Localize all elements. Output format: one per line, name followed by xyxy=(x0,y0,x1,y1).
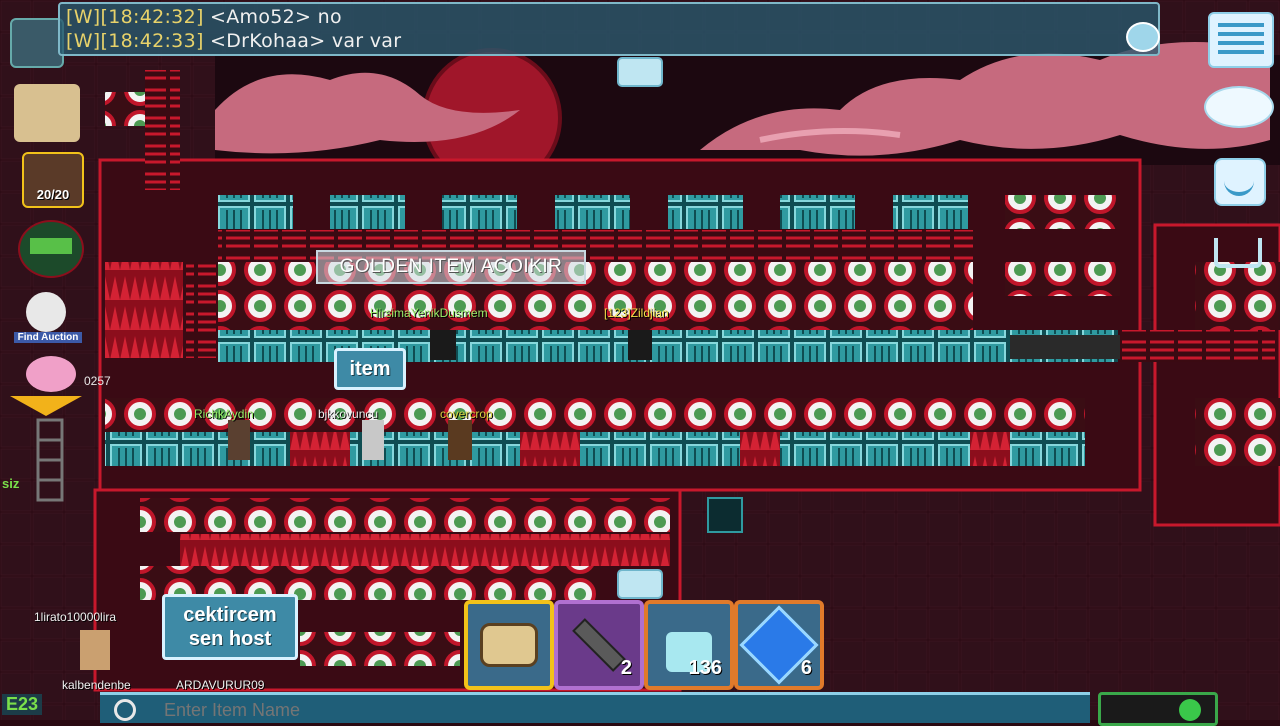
piggy-bank-icon xyxy=(26,356,76,392)
player-name[interactable]: [123]Zildjian xyxy=(604,306,669,320)
chat-line: [W][18:42:32] <Amo52> no xyxy=(66,6,342,28)
world-code: E23 xyxy=(2,694,43,715)
player-name[interactable]: RichkAydin xyxy=(194,407,254,421)
golden-item-sign[interactable]: GOLDEN ITEM ACOIKIR xyxy=(316,250,586,284)
piggy-number: 0257 xyxy=(84,374,111,388)
menu-icon xyxy=(1218,23,1264,57)
fist-icon xyxy=(480,623,538,667)
item-sign-text: item xyxy=(349,357,391,380)
inventory-slot-fist[interactable] xyxy=(464,600,554,690)
auctioneer-icon xyxy=(26,292,66,332)
store-button[interactable] xyxy=(1214,232,1262,272)
player-name[interactable]: HirsimaYenikDusmem xyxy=(370,306,488,320)
chat-timestamp: [W][18:42:33] xyxy=(66,30,204,52)
quest-scroll-button[interactable] xyxy=(14,84,80,142)
check-icon xyxy=(1179,699,1201,721)
emote-button[interactable] xyxy=(1214,158,1266,206)
chat-timestamp: [W][18:42:32] xyxy=(66,6,204,28)
item-sign[interactable]: item xyxy=(334,348,406,390)
player-name[interactable]: bjkkovuncu xyxy=(318,407,378,421)
find-auction-button[interactable]: Find Auction xyxy=(14,292,82,344)
chat-button[interactable] xyxy=(1204,86,1274,130)
player-name[interactable]: kalbendenbe xyxy=(62,678,131,692)
item-count: 6 xyxy=(800,657,812,679)
gun-item-button[interactable] xyxy=(18,220,84,278)
find-auction-label: Find Auction xyxy=(14,332,82,343)
piggy-bank-button[interactable] xyxy=(26,356,76,392)
inventory-slot-wrench[interactable]: 2 xyxy=(554,600,644,690)
chat-message: no xyxy=(317,6,342,28)
siz-text: siz xyxy=(2,476,20,491)
player-name[interactable]: 1lirato10000lira xyxy=(34,610,116,624)
backpack-button[interactable]: 20/20 xyxy=(22,152,84,208)
cektircem-sign[interactable]: cektircem sen host xyxy=(162,594,298,660)
item-count: 136 xyxy=(688,657,722,679)
cart-icon xyxy=(1214,238,1262,268)
chat-toggle-icon[interactable] xyxy=(1126,22,1160,52)
player-name[interactable]: covercrop xyxy=(440,407,493,421)
backpack-count: 20/20 xyxy=(36,187,70,202)
inventory-slot-world-lock[interactable]: 136 xyxy=(644,600,734,690)
cektircem-sign-text: cektircem sen host xyxy=(183,604,277,650)
item-search-bar[interactable] xyxy=(100,692,1090,723)
chat-line: [W][18:42:33] <DrKohaa> var var xyxy=(66,30,401,52)
wrench-icon xyxy=(572,618,626,672)
player-name[interactable]: ARDAVURUR09 xyxy=(176,678,264,692)
chat-log[interactable]: [W][18:42:32] <Amo52> no [W][18:42:33] <… xyxy=(58,2,1160,56)
scroll-icon xyxy=(14,84,80,142)
player-avatar[interactable] xyxy=(10,18,64,68)
golden-item-sign-text: GOLDEN ITEM ACOIKIR xyxy=(339,256,563,277)
chat-sender: <Amo52> xyxy=(210,6,312,28)
smiley-icon xyxy=(1224,170,1254,196)
gun-icon xyxy=(30,238,72,254)
item-count: 2 xyxy=(620,657,632,679)
menu-button[interactable] xyxy=(1208,12,1274,68)
collapse-panel-button[interactable] xyxy=(10,396,82,420)
item-search-input[interactable] xyxy=(162,697,1066,723)
speech-bubble-icon xyxy=(1204,86,1274,128)
chat-message: var var xyxy=(331,30,402,52)
inventory-slot-blue-gem-lock[interactable]: 6 xyxy=(734,600,824,690)
confirm-button[interactable] xyxy=(1098,692,1218,726)
chevron-down-icon xyxy=(10,396,82,416)
chat-sender: <DrKohaa> xyxy=(210,30,326,52)
search-icon xyxy=(114,699,136,721)
